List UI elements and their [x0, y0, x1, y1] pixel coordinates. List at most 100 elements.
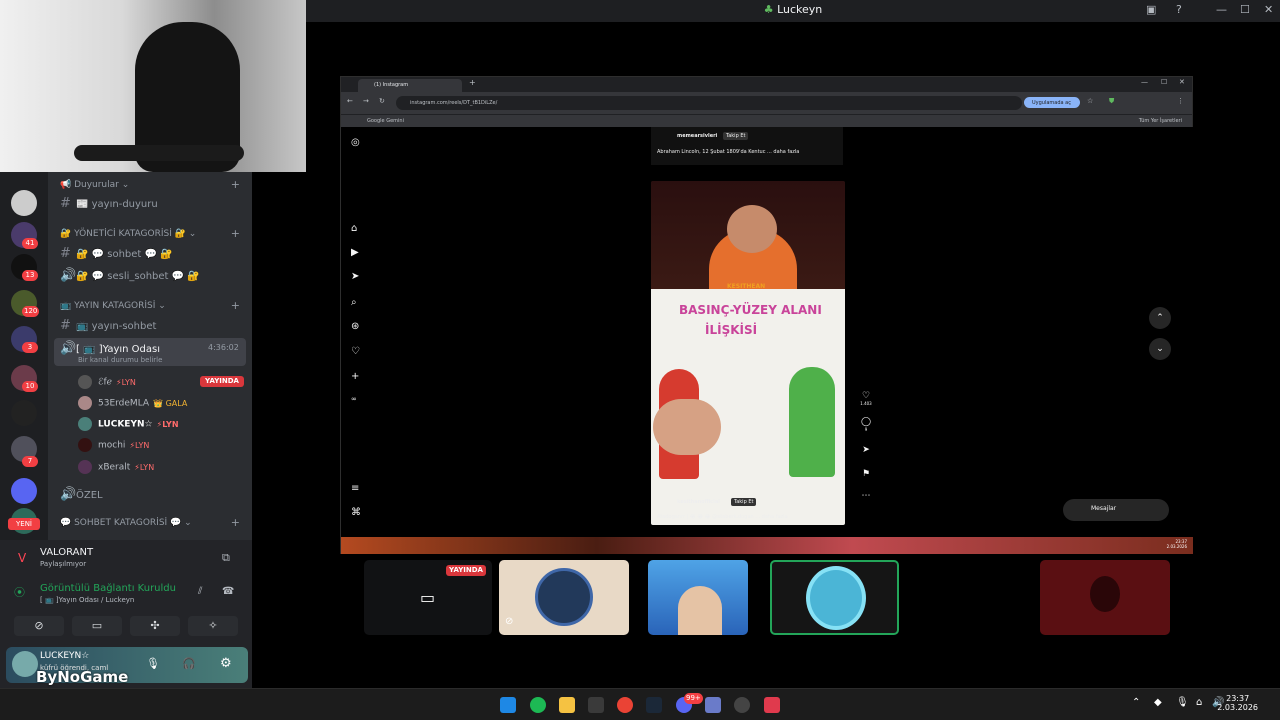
- add-channel-icon[interactable]: +: [231, 227, 240, 240]
- screen-share-button[interactable]: ▭: [72, 616, 122, 636]
- username[interactable]: LUCKEYN☆: [40, 651, 89, 661]
- category-admin[interactable]: 🔐 YÖNETİCİ KATAGORİSİ 🔐 ⌄: [60, 229, 196, 239]
- help-icon[interactable]: ?: [1176, 3, 1182, 16]
- spotify-icon[interactable]: [530, 697, 546, 713]
- file-explorer-icon[interactable]: [559, 697, 575, 713]
- signal-icon[interactable]: ⦿: [14, 584, 25, 600]
- store-icon[interactable]: [588, 697, 604, 713]
- channel-yayin-sohbet[interactable]: # 📺 yayın-sohbet: [60, 318, 156, 333]
- gear-icon[interactable]: ⚙: [220, 656, 232, 671]
- obs-icon[interactable]: [734, 697, 750, 713]
- microphone-icon[interactable]: 🎙: [146, 657, 160, 670]
- voice-user[interactable]: xBeralt ⚡LYN: [78, 460, 154, 474]
- add-channel-icon[interactable]: +: [231, 178, 240, 191]
- voice-user[interactable]: mochi ⚡LYN: [78, 438, 149, 452]
- participant-tile-speaking[interactable]: [770, 560, 899, 635]
- messages-button[interactable]: Mesajlar: [1063, 499, 1169, 521]
- comment-button[interactable]: ◯ 9: [859, 417, 873, 432]
- add-channel-icon[interactable]: +: [231, 516, 240, 529]
- new-tab-icon[interactable]: +: [469, 78, 476, 87]
- category-chat[interactable]: 💬 SOHBET KATAGORİSİ 💬 ⌄: [60, 518, 192, 528]
- participant-tile[interactable]: [648, 560, 748, 635]
- minimize-button[interactable]: —: [1216, 3, 1227, 16]
- meta-icon[interactable]: ∞: [351, 395, 357, 403]
- minimize-button[interactable]: —: [1141, 78, 1148, 86]
- category-announcements[interactable]: 📢 Duyurular ⌄: [60, 180, 129, 190]
- previous-reel[interactable]: memearsivleri Takip Et Abraham Lincoln, …: [651, 127, 843, 165]
- server-icon[interactable]: [11, 400, 37, 426]
- headphones-icon[interactable]: 🎧: [182, 657, 196, 670]
- follow-button[interactable]: Takip Et: [731, 498, 757, 506]
- all-bookmarks[interactable]: Tüm Yer İşaretleri: [1139, 118, 1182, 124]
- channel-sesli-sohbet[interactable]: 🔊🔐 💬 sesli_sohbet 💬 🔐: [60, 268, 200, 283]
- browser-tab[interactable]: (1) Instagram: [358, 79, 462, 92]
- menu-icon[interactable]: ⋮: [1177, 97, 1184, 105]
- microphone-icon[interactable]: 🎙: [1176, 697, 1189, 708]
- like-button[interactable]: ♡ 1.403: [859, 391, 873, 406]
- noise-suppression-icon[interactable]: ⫽: [198, 586, 202, 597]
- channel-ozel[interactable]: 🔊ÖZEL: [60, 487, 103, 502]
- reel-username[interactable]: memearsivleri: [677, 133, 717, 139]
- maximize-button[interactable]: ☐: [1161, 78, 1167, 86]
- direct-icon[interactable]: ➤: [351, 271, 359, 282]
- voice-user[interactable]: ℰfℯ ⚡LYN: [78, 375, 136, 389]
- reload-icon[interactable]: ↻: [379, 97, 385, 105]
- valorant-icon[interactable]: [764, 697, 780, 713]
- voice-channel-status[interactable]: Bir kanal durumu belirle: [78, 356, 162, 364]
- camera-button[interactable]: ⊘: [14, 616, 64, 636]
- more-menu-icon[interactable]: ≡: [351, 483, 359, 494]
- channel-sohbet[interactable]: # 🔐 💬 sohbet 💬 🔐: [60, 246, 173, 261]
- open-in-app-button[interactable]: Uygulamada aç: [1024, 97, 1080, 108]
- app-icon[interactable]: [705, 697, 721, 713]
- screen-share-icon[interactable]: ⧉: [222, 551, 230, 565]
- reel-video[interactable]: KESITHEAN BASINÇ-YÜZEY ALANI İLİŞKİSİ ke…: [651, 181, 845, 525]
- save-button[interactable]: ⚑: [859, 469, 873, 479]
- next-reel-button[interactable]: ⌄: [1149, 338, 1171, 360]
- address-bar[interactable]: instagram.com/reels/DT_tB1DiLZe/: [396, 96, 1022, 110]
- home-icon[interactable]: ⌂: [351, 223, 357, 234]
- heart-icon[interactable]: ♡: [351, 346, 360, 357]
- follow-button[interactable]: Takip Et: [723, 132, 749, 140]
- more-options-icon[interactable]: ⋯: [859, 491, 873, 501]
- channel-yayin-duyuru[interactable]: # 📰 yayın-duyuru: [60, 196, 158, 211]
- search-icon[interactable]: ⌕: [351, 297, 357, 308]
- shield-icon[interactable]: ⛊: [1109, 97, 1114, 106]
- inbox-icon[interactable]: ▣: [1146, 3, 1156, 16]
- stream-tile[interactable]: YAYINDA ▭: [364, 560, 492, 635]
- chrome-icon[interactable]: [617, 697, 633, 713]
- share-button[interactable]: ➤: [859, 445, 873, 455]
- server-icon[interactable]: [11, 190, 37, 216]
- voice-user[interactable]: 53ErdeMLA 👑 GALA: [78, 396, 187, 410]
- star-icon[interactable]: ☆: [1087, 97, 1093, 105]
- previous-reel-button[interactable]: ⌃: [1149, 307, 1171, 329]
- reels-icon[interactable]: ▶: [351, 247, 359, 258]
- forward-icon[interactable]: →: [363, 97, 369, 105]
- create-icon[interactable]: +: [351, 371, 359, 382]
- system-clock[interactable]: 23:37 2.03.2026: [1217, 694, 1258, 712]
- steam-tray-icon[interactable]: ◆: [1154, 697, 1162, 708]
- add-channel-icon[interactable]: +: [231, 299, 240, 312]
- soundboard-button[interactable]: ✧: [188, 616, 238, 636]
- maximize-button[interactable]: ☐: [1240, 3, 1250, 16]
- instagram-logo-icon[interactable]: ◎: [351, 137, 360, 148]
- close-button[interactable]: ✕: [1179, 78, 1185, 86]
- voice-status-subtitle[interactable]: [ 📺 ]Yayın Odası / Luckeyn: [40, 596, 134, 604]
- network-icon[interactable]: ⌂: [1196, 697, 1202, 708]
- start-icon[interactable]: [500, 697, 516, 713]
- activities-button[interactable]: ✣: [130, 616, 180, 636]
- avatar[interactable]: [12, 651, 38, 677]
- explore-icon[interactable]: ⊛: [351, 321, 359, 332]
- participant-tile[interactable]: ⊘: [499, 560, 629, 635]
- voice-user[interactable]: LUCKEYN☆ ⚡LYN: [78, 417, 179, 431]
- server-icon[interactable]: [11, 478, 37, 504]
- participant-tile[interactable]: [1040, 560, 1170, 635]
- disconnect-icon[interactable]: ☎: [222, 586, 234, 597]
- chevron-up-icon[interactable]: ⌃: [1132, 697, 1140, 708]
- apps-icon[interactable]: ⌘: [351, 507, 361, 518]
- back-icon[interactable]: ←: [347, 97, 353, 105]
- steam-icon[interactable]: [646, 697, 662, 713]
- close-button[interactable]: ✕: [1264, 3, 1273, 16]
- category-stream[interactable]: 📺 YAYIN KATAGORİSİ ⌄: [60, 301, 166, 311]
- reel-username[interactable]: kesithanofficial: [677, 499, 720, 505]
- bookmark-google-gemini[interactable]: Google Gemini: [367, 118, 404, 124]
